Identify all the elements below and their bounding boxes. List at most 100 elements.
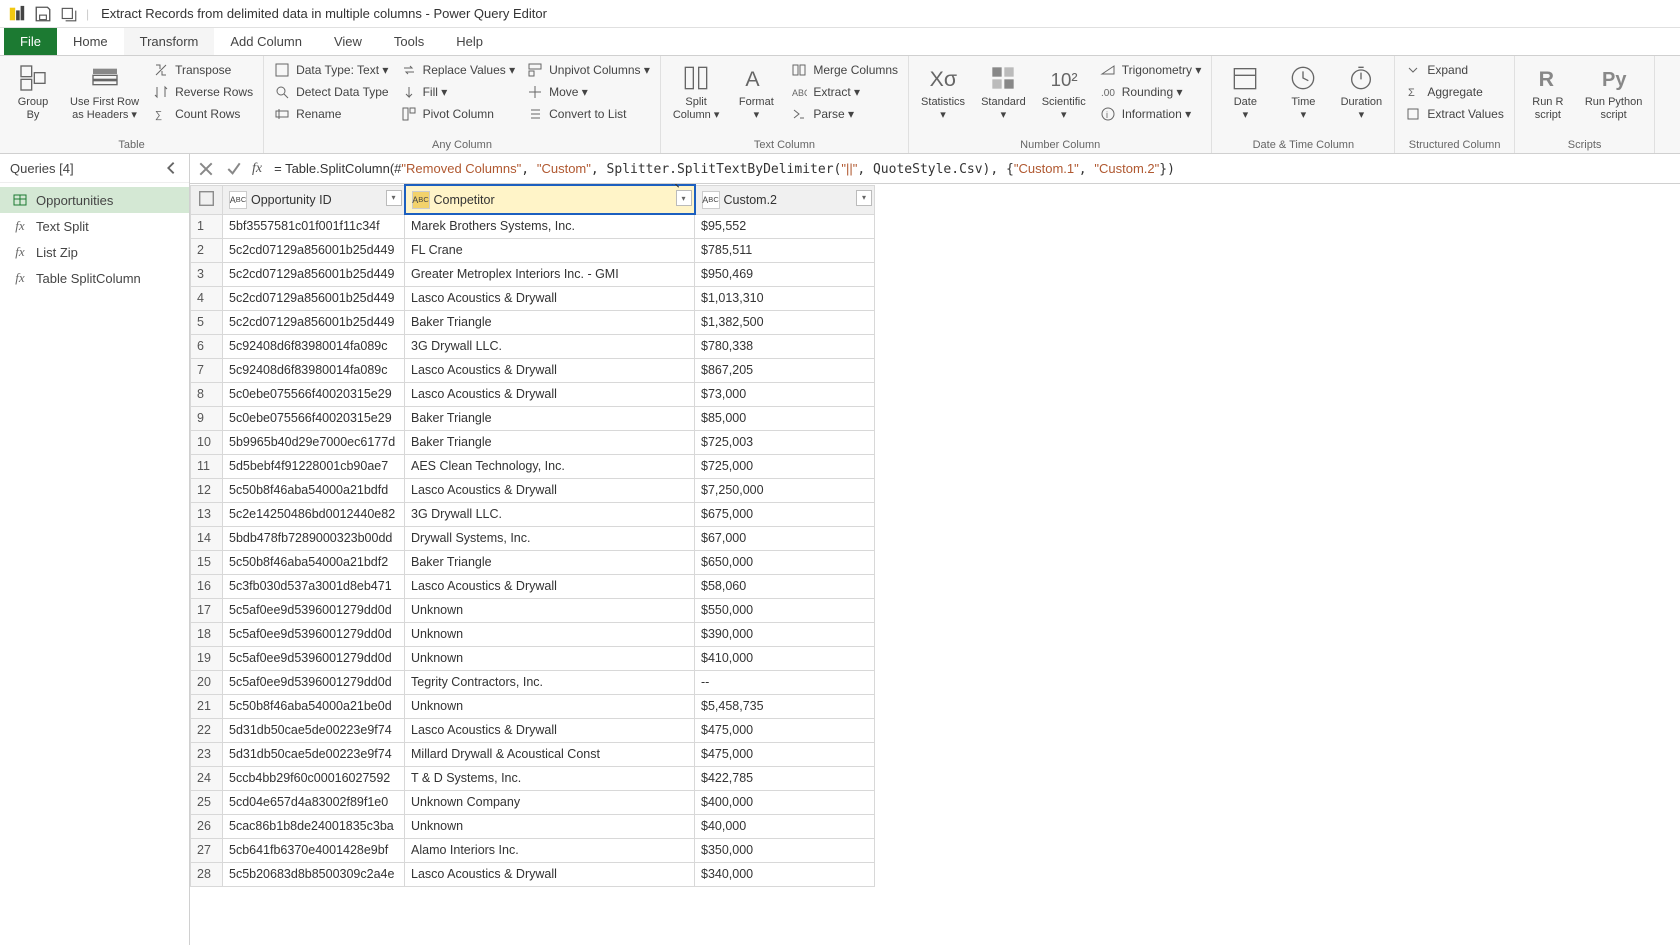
table-row[interactable]: 285c5b20683d8b8500309c2a4eLasco Acoustic… bbox=[191, 862, 875, 886]
cell[interactable]: 3G Drywall LLC. bbox=[405, 502, 695, 526]
table-row[interactable]: 55c2cd07129a856001b25d449Baker Triangle$… bbox=[191, 310, 875, 334]
cell[interactable]: Lasco Acoustics & Drywall bbox=[405, 382, 695, 406]
table-row[interactable]: 175c5af0ee9d5396001279dd0dUnknown$550,00… bbox=[191, 598, 875, 622]
cell[interactable]: Unknown bbox=[405, 598, 695, 622]
cell[interactable]: Unknown Company bbox=[405, 790, 695, 814]
cell[interactable]: $58,060 bbox=[695, 574, 875, 598]
reverse-rows-button[interactable]: Reverse Rows bbox=[149, 82, 257, 102]
table-row[interactable]: 25c2cd07129a856001b25d449FL Crane$785,51… bbox=[191, 238, 875, 262]
table-row[interactable]: 35c2cd07129a856001b25d449Greater Metropl… bbox=[191, 262, 875, 286]
cell[interactable]: 5c92408d6f83980014fa089c bbox=[223, 358, 405, 382]
tab-home[interactable]: Home bbox=[57, 28, 124, 55]
cell[interactable]: $410,000 bbox=[695, 646, 875, 670]
cell[interactable]: Unknown bbox=[405, 646, 695, 670]
cell[interactable]: 5ccb4bb29f60c00016027592 bbox=[223, 766, 405, 790]
column-header[interactable]: ABCOpportunity ID bbox=[223, 185, 405, 214]
tab-add-column[interactable]: Add Column bbox=[214, 28, 318, 55]
cell[interactable]: Lasco Acoustics & Drywall bbox=[405, 862, 695, 886]
cell[interactable]: $1,382,500 bbox=[695, 310, 875, 334]
statistics-button[interactable]: ΧσStatistics ▾ bbox=[915, 60, 971, 123]
rename-button[interactable]: Rename bbox=[270, 104, 393, 124]
cell[interactable]: Tegrity Contractors, Inc. bbox=[405, 670, 695, 694]
table-row[interactable]: 135c2e14250486bd0012440e823G Drywall LLC… bbox=[191, 502, 875, 526]
table-row[interactable]: 105b9965b40d29e7000ec6177dBaker Triangle… bbox=[191, 430, 875, 454]
cell[interactable]: $1,013,310 bbox=[695, 286, 875, 310]
info-button[interactable]: iInformation ▾ bbox=[1096, 104, 1206, 124]
table-row[interactable]: 125c50b8f46aba54000a21bdfdLasco Acoustic… bbox=[191, 478, 875, 502]
cell[interactable]: 5cac86b1b8de24001835c3ba bbox=[223, 814, 405, 838]
cell[interactable]: Baker Triangle bbox=[405, 430, 695, 454]
cell[interactable]: 5c2cd07129a856001b25d449 bbox=[223, 238, 405, 262]
cell[interactable]: 5c50b8f46aba54000a21bdfd bbox=[223, 478, 405, 502]
cell[interactable]: Alamo Interiors Inc. bbox=[405, 838, 695, 862]
cell[interactable]: AES Clean Technology, Inc. bbox=[405, 454, 695, 478]
cell[interactable]: $867,205 bbox=[695, 358, 875, 382]
cell[interactable]: 5b9965b40d29e7000ec6177d bbox=[223, 430, 405, 454]
extract-button[interactable]: ABCExtract ▾ bbox=[787, 82, 902, 102]
query-item[interactable]: fxList Zip bbox=[0, 239, 189, 265]
cell[interactable]: $650,000 bbox=[695, 550, 875, 574]
detect-type-button[interactable]: Detect Data Type bbox=[270, 82, 393, 102]
cell[interactable]: 5c92408d6f83980014fa089c bbox=[223, 334, 405, 358]
cell[interactable]: 5c5b20683d8b8500309c2a4e bbox=[223, 862, 405, 886]
cell[interactable]: $67,000 bbox=[695, 526, 875, 550]
cell[interactable]: $340,000 bbox=[695, 862, 875, 886]
cell[interactable]: Unknown bbox=[405, 622, 695, 646]
formula-cancel-icon[interactable] bbox=[196, 159, 216, 179]
cell[interactable]: 5d31db50cae5de00223e9f74 bbox=[223, 742, 405, 766]
cell[interactable]: -- bbox=[695, 670, 875, 694]
cell[interactable]: Millard Drywall & Acoustical Const bbox=[405, 742, 695, 766]
table-row[interactable]: 45c2cd07129a856001b25d449Lasco Acoustics… bbox=[191, 286, 875, 310]
table-row[interactable]: 215c50b8f46aba54000a21be0dUnknown$5,458,… bbox=[191, 694, 875, 718]
table-row[interactable]: 235d31db50cae5de00223e9f74Millard Drywal… bbox=[191, 742, 875, 766]
cell[interactable]: 5c5af0ee9d5396001279dd0d bbox=[223, 670, 405, 694]
table-row[interactable]: 265cac86b1b8de24001835c3baUnknown$40,000 bbox=[191, 814, 875, 838]
cell[interactable]: 5c50b8f46aba54000a21bdf2 bbox=[223, 550, 405, 574]
convert-list-button[interactable]: Convert to List bbox=[523, 104, 654, 124]
cell[interactable]: Lasco Acoustics & Drywall bbox=[405, 574, 695, 598]
query-item[interactable]: fxText Split bbox=[0, 213, 189, 239]
table-row[interactable]: 145bdb478fb7289000323b00ddDrywall System… bbox=[191, 526, 875, 550]
cell[interactable]: 5c2cd07129a856001b25d449 bbox=[223, 262, 405, 286]
cell[interactable]: Greater Metroplex Interiors Inc. - GMI bbox=[405, 262, 695, 286]
unpivot-button[interactable]: Unpivot Columns ▾ bbox=[523, 60, 654, 80]
cell[interactable]: $85,000 bbox=[695, 406, 875, 430]
cell[interactable]: $475,000 bbox=[695, 718, 875, 742]
aggregate-button[interactable]: ΣAggregate bbox=[1401, 82, 1507, 102]
formula-confirm-icon[interactable] bbox=[224, 159, 244, 179]
cell[interactable]: $95,552 bbox=[695, 214, 875, 238]
cell[interactable]: $400,000 bbox=[695, 790, 875, 814]
query-item[interactable]: Opportunities bbox=[0, 187, 189, 213]
cell[interactable]: Baker Triangle bbox=[405, 406, 695, 430]
cell[interactable]: $475,000 bbox=[695, 742, 875, 766]
standard-button[interactable]: Standard ▾ bbox=[975, 60, 1032, 123]
duration-button[interactable]: Duration ▾ bbox=[1334, 60, 1388, 123]
cell[interactable]: T & D Systems, Inc. bbox=[405, 766, 695, 790]
rounding-button[interactable]: .00Rounding ▾ bbox=[1096, 82, 1206, 102]
formula-input[interactable]: = Table.SplitColumn(#"Removed Columns", … bbox=[270, 159, 1674, 179]
cell[interactable]: $73,000 bbox=[695, 382, 875, 406]
format-button[interactable]: AFormat ▾ bbox=[729, 60, 783, 123]
merge-columns-button[interactable]: Merge Columns bbox=[787, 60, 902, 80]
cell[interactable]: 5c3fb030d537a3001d8eb471 bbox=[223, 574, 405, 598]
cell[interactable]: Unknown bbox=[405, 694, 695, 718]
tab-view[interactable]: View bbox=[318, 28, 378, 55]
cell[interactable]: $422,785 bbox=[695, 766, 875, 790]
run-python-button[interactable]: PyRun Python script bbox=[1579, 60, 1648, 123]
cell[interactable]: FL Crane bbox=[405, 238, 695, 262]
tab-transform[interactable]: Transform bbox=[124, 28, 215, 55]
table-row[interactable]: 185c5af0ee9d5396001279dd0dUnknown$390,00… bbox=[191, 622, 875, 646]
scientific-button[interactable]: 10²Scientific ▾ bbox=[1036, 60, 1092, 123]
cell[interactable]: 5cb641fb6370e4001428e9bf bbox=[223, 838, 405, 862]
cell[interactable]: Lasco Acoustics & Drywall bbox=[405, 286, 695, 310]
cell[interactable]: 5c50b8f46aba54000a21be0d bbox=[223, 694, 405, 718]
table-row[interactable]: 165c3fb030d537a3001d8eb471Lasco Acoustic… bbox=[191, 574, 875, 598]
cell[interactable]: $675,000 bbox=[695, 502, 875, 526]
cell[interactable]: 5c2cd07129a856001b25d449 bbox=[223, 310, 405, 334]
cell[interactable]: 5c0ebe075566f40020315e29 bbox=[223, 406, 405, 430]
column-header[interactable]: ABCCompetitor bbox=[405, 185, 695, 214]
replace-values-button[interactable]: Replace Values ▾ bbox=[397, 60, 520, 80]
table-row[interactable]: 275cb641fb6370e4001428e9bfAlamo Interior… bbox=[191, 838, 875, 862]
transpose-button[interactable]: Transpose bbox=[149, 60, 257, 80]
cell[interactable]: 5c5af0ee9d5396001279dd0d bbox=[223, 622, 405, 646]
